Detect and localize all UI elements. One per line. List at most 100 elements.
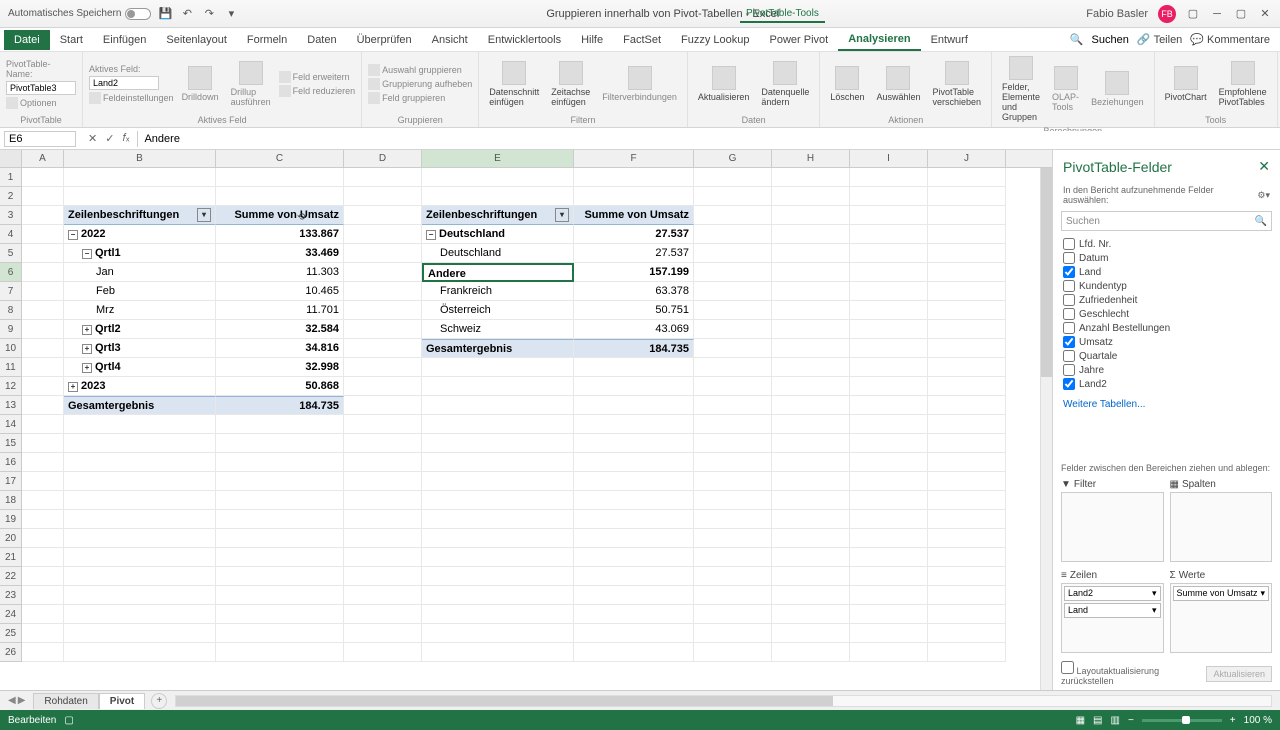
cell[interactable] bbox=[928, 206, 1006, 225]
cell[interactable] bbox=[22, 206, 64, 225]
row-header[interactable]: 9 bbox=[0, 320, 22, 339]
cell[interactable] bbox=[574, 396, 694, 415]
cell[interactable]: Feb bbox=[64, 282, 216, 301]
cell[interactable]: Zeilenbeschriftungen▾ bbox=[64, 206, 216, 225]
cell[interactable] bbox=[344, 301, 422, 320]
drillup-button[interactable]: Drillup ausführen bbox=[227, 59, 275, 109]
save-icon[interactable]: 💾 bbox=[157, 6, 173, 22]
cell[interactable] bbox=[574, 168, 694, 187]
cell[interactable] bbox=[216, 643, 344, 662]
pivot-tools-context-tab[interactable]: PivotTable-Tools bbox=[740, 6, 825, 23]
cell[interactable] bbox=[344, 320, 422, 339]
cell[interactable] bbox=[928, 491, 1006, 510]
cell[interactable]: 133.867 bbox=[216, 225, 344, 244]
row-header[interactable]: 25 bbox=[0, 624, 22, 643]
cell[interactable] bbox=[694, 282, 772, 301]
cell[interactable] bbox=[216, 529, 344, 548]
cell[interactable] bbox=[216, 168, 344, 187]
cell[interactable] bbox=[928, 358, 1006, 377]
cell[interactable] bbox=[850, 225, 928, 244]
cell[interactable] bbox=[64, 510, 216, 529]
cell[interactable] bbox=[344, 282, 422, 301]
cell[interactable] bbox=[772, 187, 850, 206]
row-header[interactable]: 3 bbox=[0, 206, 22, 225]
cell[interactable] bbox=[928, 244, 1006, 263]
zone-values[interactable]: Summe von Umsatz▾ bbox=[1170, 583, 1273, 653]
cell[interactable] bbox=[22, 377, 64, 396]
collapse-field-button[interactable]: Feld reduzieren bbox=[279, 85, 356, 97]
row-header[interactable]: 20 bbox=[0, 529, 22, 548]
cell[interactable]: 184.735 bbox=[216, 396, 344, 415]
cell[interactable]: 10.465 bbox=[216, 282, 344, 301]
cell[interactable]: Andere bbox=[422, 263, 574, 282]
panel-gear-icon[interactable]: ⚙▾ bbox=[1257, 190, 1270, 201]
timeline-button[interactable]: Zeitachse einfügen bbox=[547, 59, 594, 109]
cell[interactable] bbox=[22, 358, 64, 377]
name-box[interactable] bbox=[4, 131, 76, 147]
zoom-slider[interactable] bbox=[1142, 719, 1222, 722]
cell[interactable]: 27.537 bbox=[574, 244, 694, 263]
cell[interactable] bbox=[22, 586, 64, 605]
cell[interactable] bbox=[344, 339, 422, 358]
cell[interactable] bbox=[216, 624, 344, 643]
cell[interactable] bbox=[772, 377, 850, 396]
field-zufriedenheit[interactable]: Zufriedenheit bbox=[1063, 293, 1270, 307]
row-header[interactable]: 18 bbox=[0, 491, 22, 510]
cell[interactable] bbox=[928, 415, 1006, 434]
cell[interactable] bbox=[22, 415, 64, 434]
options-button[interactable]: Optionen bbox=[6, 97, 76, 109]
cell[interactable] bbox=[64, 548, 216, 567]
cell[interactable] bbox=[694, 320, 772, 339]
cell[interactable]: Frankreich bbox=[422, 282, 574, 301]
cell[interactable] bbox=[64, 168, 216, 187]
tab-entwurf[interactable]: Entwurf bbox=[921, 30, 978, 50]
cell[interactable] bbox=[344, 206, 422, 225]
cell[interactable] bbox=[344, 548, 422, 567]
ungroup-button[interactable]: Gruppierung aufheben bbox=[368, 78, 472, 90]
add-sheet-button[interactable]: + bbox=[151, 693, 167, 709]
cell[interactable] bbox=[574, 453, 694, 472]
field-land2[interactable]: Land2 bbox=[1063, 377, 1270, 391]
cell[interactable]: 33.469 bbox=[216, 244, 344, 263]
cell[interactable] bbox=[850, 301, 928, 320]
cell[interactable] bbox=[928, 624, 1006, 643]
row-header[interactable]: 10 bbox=[0, 339, 22, 358]
cell[interactable]: Gesamtergebnis bbox=[422, 339, 574, 358]
cell[interactable] bbox=[22, 320, 64, 339]
cell[interactable] bbox=[344, 187, 422, 206]
tab-entwicklertools[interactable]: Entwicklertools bbox=[478, 30, 571, 50]
tab-formeln[interactable]: Formeln bbox=[237, 30, 297, 50]
cell[interactable] bbox=[772, 434, 850, 453]
cell[interactable] bbox=[850, 453, 928, 472]
cell[interactable] bbox=[850, 187, 928, 206]
cell[interactable] bbox=[64, 187, 216, 206]
tab-powerpivot[interactable]: Power Pivot bbox=[760, 30, 839, 50]
cell[interactable] bbox=[22, 168, 64, 187]
cell[interactable] bbox=[694, 301, 772, 320]
cell[interactable] bbox=[928, 282, 1006, 301]
col-header-B[interactable]: B bbox=[64, 150, 216, 167]
cell[interactable] bbox=[772, 491, 850, 510]
cell[interactable] bbox=[22, 529, 64, 548]
cell[interactable]: 11.701 bbox=[216, 301, 344, 320]
field-umsatz[interactable]: Umsatz bbox=[1063, 335, 1270, 349]
field-land[interactable]: Land bbox=[1063, 265, 1270, 279]
zone-row-item[interactable]: Land2▾ bbox=[1064, 586, 1161, 601]
cell[interactable] bbox=[422, 643, 574, 662]
cell[interactable] bbox=[928, 529, 1006, 548]
cell[interactable] bbox=[850, 206, 928, 225]
cell[interactable] bbox=[850, 548, 928, 567]
cell[interactable] bbox=[772, 206, 850, 225]
confirm-icon[interactable]: ✓ bbox=[105, 132, 114, 145]
cell[interactable] bbox=[574, 567, 694, 586]
cell[interactable] bbox=[928, 548, 1006, 567]
cell[interactable] bbox=[850, 244, 928, 263]
cell[interactable] bbox=[850, 605, 928, 624]
cell[interactable] bbox=[574, 472, 694, 491]
row-header[interactable]: 19 bbox=[0, 510, 22, 529]
cell[interactable] bbox=[772, 529, 850, 548]
zone-filter[interactable] bbox=[1061, 492, 1164, 562]
cell[interactable] bbox=[574, 605, 694, 624]
cell[interactable]: 43.069 bbox=[574, 320, 694, 339]
cell[interactable] bbox=[216, 491, 344, 510]
